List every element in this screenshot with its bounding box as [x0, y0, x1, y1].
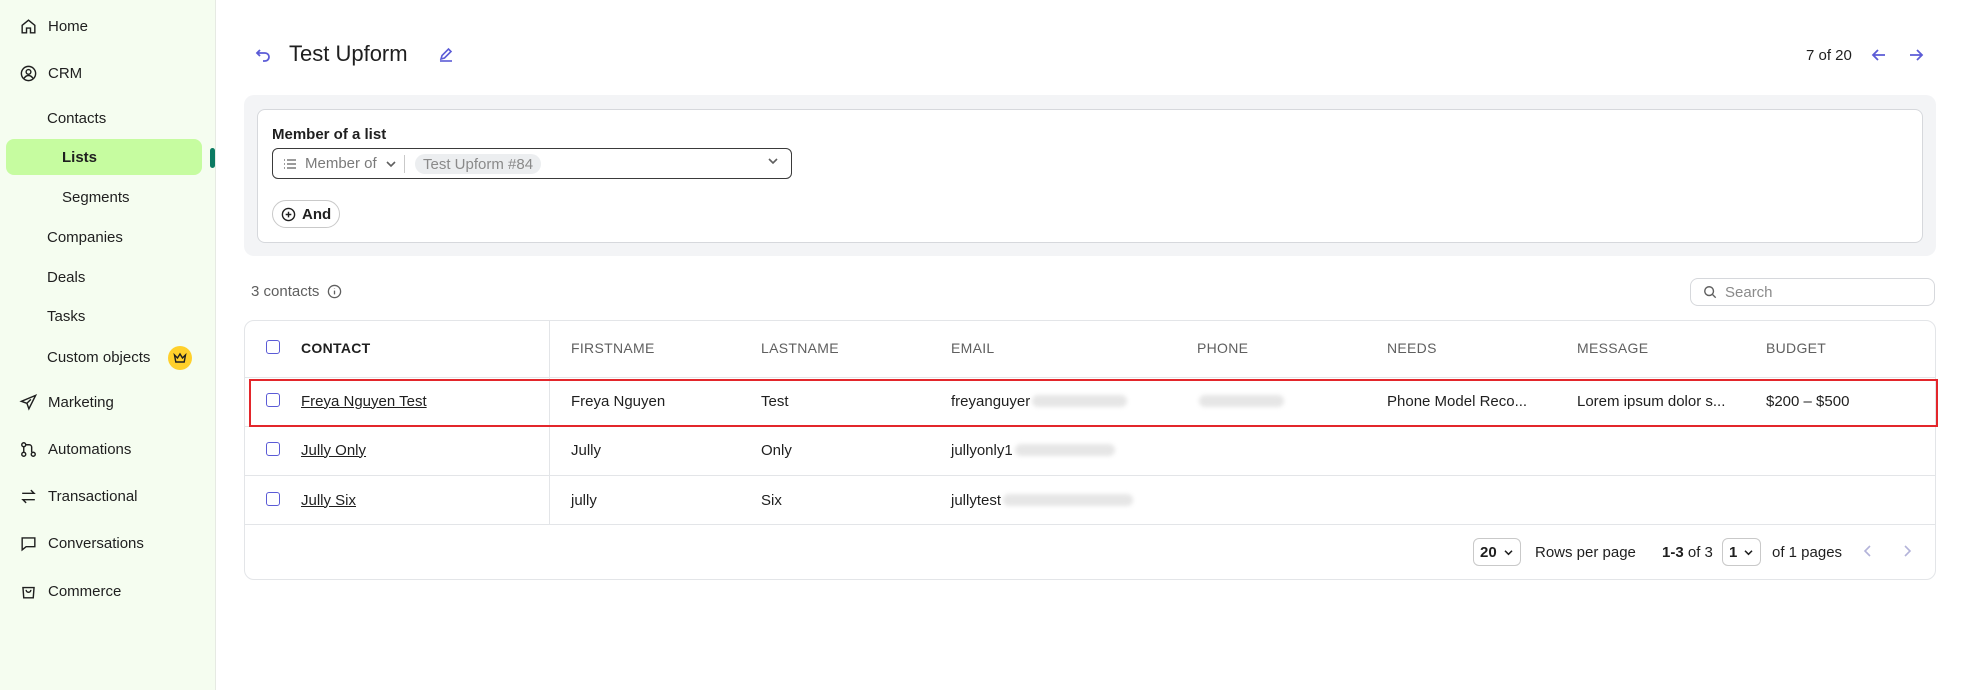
search-input[interactable] — [1725, 283, 1915, 301]
add-and-condition-button[interactable]: And — [272, 200, 341, 228]
edit-pencil-icon[interactable] — [438, 46, 454, 62]
home-icon — [18, 16, 38, 36]
row-divider — [244, 475, 1936, 476]
sidebar-active-highlight — [6, 139, 202, 175]
results-range-bold: 1-3 — [1662, 543, 1684, 561]
sidebar-item-label: Home — [48, 17, 89, 35]
column-header-firstname[interactable]: FIRSTNAME — [571, 336, 655, 360]
info-icon[interactable] — [327, 284, 342, 299]
column-header-email[interactable]: EMAIL — [951, 336, 995, 360]
list-icon — [284, 158, 296, 169]
column-header-phone[interactable]: PHONE — [1197, 336, 1248, 360]
sidebar-item-label: Marketing — [48, 393, 114, 411]
sidebar-item-label: Transactional — [48, 487, 138, 505]
page-select-value: 1 — [1729, 543, 1738, 561]
rows-per-page-label: Rows per page — [1535, 543, 1636, 561]
record-pager-text: 7 of 20 — [1806, 47, 1852, 64]
contacts-count: 3 contacts — [251, 283, 342, 300]
column-header-budget[interactable]: BUDGET — [1766, 336, 1826, 360]
cell-email: jullyonly1 — [951, 438, 1115, 462]
cell-firstname: jully — [571, 491, 597, 509]
results-range: 1-3 of 3 — [1662, 538, 1713, 566]
back-icon[interactable] — [254, 45, 272, 63]
chevron-right-icon[interactable] — [1899, 543, 1915, 559]
crown-icon — [168, 346, 192, 370]
sidebar-item-label: Automations — [48, 440, 132, 458]
row-divider — [244, 524, 1936, 525]
rows-per-page-value: 20 — [1480, 543, 1497, 561]
column-header-contact[interactable]: CONTACT — [301, 336, 371, 360]
sidebar-item-automations[interactable]: Automations — [18, 437, 131, 461]
chevron-down-icon[interactable] — [767, 157, 779, 165]
redacted-blur — [1003, 494, 1134, 506]
cell-lastname: Six — [761, 491, 782, 509]
paper-plane-icon — [18, 392, 38, 412]
arrow-right-icon[interactable] — [1907, 46, 1925, 64]
search-field[interactable] — [1690, 278, 1935, 306]
sidebar-item-label: Conversations — [48, 534, 144, 552]
sidebar-item-deals[interactable]: Deals — [47, 265, 85, 289]
email-visible-part: jullytest — [951, 491, 1002, 509]
and-button-label: And — [302, 205, 332, 223]
chevron-down-icon — [1504, 549, 1513, 555]
chevron-down-icon — [386, 160, 396, 167]
row-divider — [244, 377, 1936, 378]
operator-select[interactable]: Member of — [283, 149, 405, 178]
sidebar: Home CRM Contacts Lists Segments Compani… — [0, 0, 216, 690]
sidebar-item-custom-objects[interactable]: Custom objects — [47, 345, 150, 369]
sidebar-item-home[interactable]: Home — [18, 14, 88, 38]
automation-icon — [18, 439, 38, 459]
filter-group-label: Member of a list — [272, 126, 387, 143]
row-checkbox[interactable] — [266, 492, 280, 506]
divider — [404, 155, 405, 173]
user-circle-icon — [18, 63, 38, 83]
column-header-needs[interactable]: NEEDS — [1387, 336, 1437, 360]
select-all-checkbox[interactable] — [266, 340, 280, 354]
sidebar-item-conversations[interactable]: Conversations — [18, 531, 144, 555]
cell-email: jullytest — [951, 488, 1134, 512]
contact-name-link[interactable]: Jully Six — [301, 488, 356, 512]
sidebar-item-label: Commerce — [48, 582, 122, 600]
contact-name-link[interactable]: Jully Only — [301, 438, 366, 462]
sidebar-item-crm[interactable]: CRM — [18, 61, 82, 85]
sidebar-active-indicator — [210, 148, 215, 168]
sidebar-item-marketing[interactable]: Marketing — [18, 390, 114, 414]
chevron-down-icon — [1744, 549, 1753, 555]
row-checkbox[interactable] — [266, 442, 280, 456]
email-visible-part: jullyonly1 — [951, 441, 1013, 459]
sidebar-item-commerce[interactable]: Commerce — [18, 579, 121, 603]
column-header-message[interactable]: MESSAGE — [1577, 336, 1648, 360]
operator-label: Member of — [305, 155, 377, 172]
sidebar-item-tasks[interactable]: Tasks — [47, 304, 85, 328]
results-range-total: of 3 — [1687, 543, 1713, 561]
contacts-count-text: 3 contacts — [251, 283, 320, 300]
sidebar-item-contacts[interactable]: Contacts — [47, 106, 106, 130]
selected-list-chip[interactable]: Test Upform #84 — [415, 154, 542, 174]
total-pages-label: of 1 pages — [1772, 543, 1843, 561]
sidebar-item-label: CRM — [48, 64, 83, 82]
arrows-swap-icon — [18, 486, 38, 506]
sidebar-item-companies[interactable]: Companies — [47, 225, 123, 249]
redacted-blur — [1014, 444, 1115, 456]
cell-lastname: Only — [761, 441, 792, 459]
shopping-bag-icon — [18, 581, 38, 601]
rows-per-page-select[interactable]: 20 — [1473, 538, 1521, 566]
search-icon — [1704, 286, 1717, 299]
column-header-lastname[interactable]: LASTNAME — [761, 336, 839, 360]
chevron-left-icon[interactable] — [1860, 543, 1876, 559]
sidebar-item-segments[interactable]: Segments — [62, 185, 130, 209]
arrow-left-icon[interactable] — [1870, 46, 1888, 64]
sidebar-item-transactional[interactable]: Transactional — [18, 484, 138, 508]
page-title: Test Upform — [289, 41, 408, 66]
sidebar-item-lists[interactable]: Lists — [62, 145, 97, 169]
plus-circle-icon — [281, 207, 296, 221]
selected-row-highlight — [249, 379, 1938, 427]
filter-condition[interactable]: Member of Test Upform #84 — [272, 148, 792, 179]
chat-icon — [18, 533, 38, 553]
cell-firstname: Jully — [571, 441, 602, 459]
page-select[interactable]: 1 — [1722, 538, 1762, 566]
